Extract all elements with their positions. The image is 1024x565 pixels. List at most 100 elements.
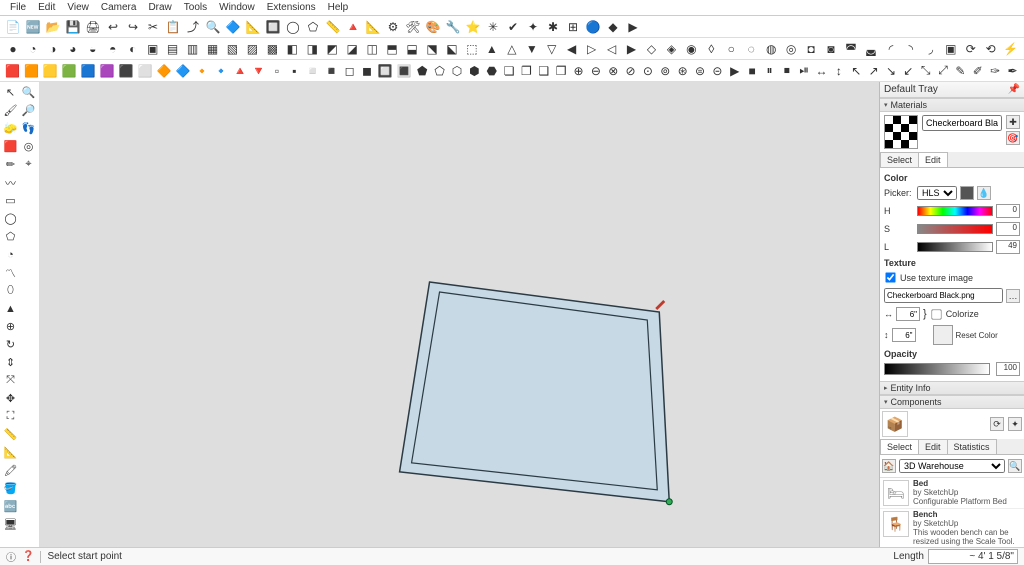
tray-pin-icon[interactable]: 📌 <box>1008 84 1020 95</box>
toolbar2-button-23[interactable]: ⬚ <box>463 40 481 58</box>
left-tool-button-2[interactable]: 🧽 <box>2 120 19 137</box>
left-tool-button-16[interactable]: ⤧ <box>2 372 19 389</box>
toolbar2-button-28[interactable]: ◀ <box>563 40 581 58</box>
menu-camera[interactable]: Camera <box>95 2 143 13</box>
toolbar3-button-53[interactable]: ✎ <box>953 62 968 80</box>
toolbar3-button-37[interactable]: ⊛ <box>675 62 690 80</box>
toolbar3-button-44[interactable]: ⏯ <box>797 62 812 80</box>
toolbar1-button-26[interactable]: ✦ <box>524 18 542 36</box>
toolbar2-button-9[interactable]: ▥ <box>184 40 202 58</box>
toolbar2-button-32[interactable]: ◇ <box>643 40 661 58</box>
toolbar3-button-45[interactable]: ↔ <box>814 62 829 80</box>
toolbar3-button-17[interactable]: ◾ <box>323 62 340 80</box>
toolbar2-button-18[interactable]: ◫ <box>363 40 381 58</box>
materials-tab-edit[interactable]: Edit <box>918 152 948 167</box>
toolbar2-button-42[interactable]: ◚ <box>842 40 860 58</box>
left-tool-button-23[interactable]: 🔤 <box>2 498 19 515</box>
toolbar1-button-1[interactable]: 🆕 <box>24 18 42 36</box>
toolbar2-button-7[interactable]: ▣ <box>144 40 162 58</box>
toolbar2-button-44[interactable]: ◜ <box>882 40 900 58</box>
left-tool-button-19[interactable]: 📏 <box>2 426 19 443</box>
left-tool-button-13[interactable]: ⊕ <box>2 318 19 335</box>
toolbar3-button-20[interactable]: 🔲 <box>377 62 394 80</box>
lum-value[interactable]: 49 <box>996 240 1020 254</box>
toolbar3-button-0[interactable]: 🟥 <box>4 62 21 80</box>
toolbar1-button-6[interactable]: ↪ <box>124 18 142 36</box>
toolbar3-button-26[interactable]: ⬣ <box>484 62 499 80</box>
toolbar2-button-48[interactable]: ⟳ <box>962 40 980 58</box>
components-home-icon[interactable]: 🏠 <box>882 459 896 473</box>
toolbar1-button-20[interactable]: 🛠 <box>404 18 422 36</box>
toolbar2-button-36[interactable]: ○ <box>722 40 740 58</box>
toolbar3-button-55[interactable]: ✑ <box>987 62 1002 80</box>
toolbar3-button-6[interactable]: ⬛ <box>118 62 135 80</box>
left-tool-button-17[interactable]: ✥ <box>2 390 19 407</box>
toolbar2-button-30[interactable]: ◁ <box>603 40 621 58</box>
toolbar1-button-0[interactable]: 📄 <box>4 18 22 36</box>
toolbar2-button-39[interactable]: ◎ <box>782 40 800 58</box>
components-search-icon[interactable]: 🔍 <box>1008 459 1022 473</box>
toolbar3-button-9[interactable]: 🔷 <box>175 62 192 80</box>
left-tool-button-0[interactable]: ↖ <box>2 84 19 101</box>
menu-window[interactable]: Window <box>213 2 261 13</box>
left-tool-button-12[interactable]: ▲ <box>2 300 19 317</box>
left-tool-button-20[interactable]: 📐 <box>2 444 19 461</box>
toolbar3-button-12[interactable]: 🔺 <box>231 62 248 80</box>
toolbar2-button-45[interactable]: ◝ <box>902 40 920 58</box>
toolbar3-button-7[interactable]: ⬜ <box>137 62 154 80</box>
left-tool-button-15[interactable]: ⇕ <box>2 354 19 371</box>
toolbar1-button-23[interactable]: ⭐ <box>464 18 482 36</box>
toolbar3-button-43[interactable]: ⏹ <box>779 62 794 80</box>
color-swatch-current[interactable] <box>960 186 974 200</box>
picker-select[interactable]: HLS <box>917 186 957 200</box>
toolbar2-button-5[interactable]: ◓ <box>104 40 122 58</box>
toolbar2-button-17[interactable]: ◪ <box>343 40 361 58</box>
toolbar1-button-7[interactable]: ✂ <box>144 18 162 36</box>
toolbar3-button-10[interactable]: 🔸 <box>194 62 211 80</box>
status-info-icon[interactable]: ⓘ <box>6 549 16 564</box>
toolbar2-button-3[interactable]: ◕ <box>64 40 82 58</box>
toolbar3-button-21[interactable]: 🔳 <box>396 62 413 80</box>
opacity-value[interactable]: 100 <box>996 362 1020 376</box>
toolbar1-button-22[interactable]: 🔧 <box>444 18 462 36</box>
materials-panel-head[interactable]: Materials <box>880 98 1024 112</box>
sample-material-icon[interactable]: 🎯 <box>1006 131 1020 145</box>
material-swatch[interactable] <box>884 115 918 149</box>
menu-edit[interactable]: Edit <box>32 2 61 13</box>
toolbar2-button-41[interactable]: ◙ <box>822 40 840 58</box>
create-material-icon[interactable]: ✚ <box>1006 115 1020 129</box>
toolbar2-button-26[interactable]: ▼ <box>523 40 541 58</box>
menu-file[interactable]: File <box>4 2 32 13</box>
toolbar3-button-16[interactable]: ◽ <box>304 62 321 80</box>
toolbar1-button-13[interactable]: 🔲 <box>264 18 282 36</box>
colorize-checkbox[interactable] <box>931 309 941 319</box>
toolbar3-button-29[interactable]: ❑ <box>536 62 551 80</box>
toolbar3-button-48[interactable]: ↗ <box>866 62 881 80</box>
toolbar1-button-15[interactable]: ⬠ <box>304 18 322 36</box>
toolbar1-button-30[interactable]: ◆ <box>604 18 622 36</box>
left-tool-button-29[interactable]: ⌖ <box>20 156 37 173</box>
component-pin-icon[interactable]: ✦ <box>1008 417 1022 431</box>
left-tool-button-9[interactable]: ◔ <box>2 246 19 263</box>
modeling-viewport[interactable] <box>40 82 879 547</box>
toolbar3-button-51[interactable]: ⤡ <box>918 62 933 80</box>
link-dims-icon[interactable]: } <box>923 308 927 320</box>
sat-slider[interactable] <box>917 224 993 234</box>
texture-height[interactable] <box>892 328 916 342</box>
left-tool-button-27[interactable]: 👣 <box>20 120 37 137</box>
toolbar1-button-18[interactable]: 📐 <box>364 18 382 36</box>
toolbar3-button-34[interactable]: ⊘ <box>623 62 638 80</box>
toolbar3-button-25[interactable]: ⬢ <box>467 62 482 80</box>
components-tab-select[interactable]: Select <box>880 439 919 454</box>
toolbar1-button-2[interactable]: 📂 <box>44 18 62 36</box>
left-tool-button-26[interactable]: 🔎 <box>20 102 37 119</box>
toolbar3-button-27[interactable]: ❏ <box>501 62 516 80</box>
material-name-input[interactable] <box>922 115 1002 131</box>
menu-draw[interactable]: Draw <box>142 2 177 13</box>
toolbar2-button-22[interactable]: ⬕ <box>443 40 461 58</box>
toolbar2-button-31[interactable]: ▶ <box>623 40 641 58</box>
toolbar3-button-28[interactable]: ❐ <box>519 62 534 80</box>
toolbar3-button-39[interactable]: ⊝ <box>710 62 725 80</box>
toolbar2-button-14[interactable]: ◧ <box>283 40 301 58</box>
toolbar1-button-17[interactable]: 🔺 <box>344 18 362 36</box>
